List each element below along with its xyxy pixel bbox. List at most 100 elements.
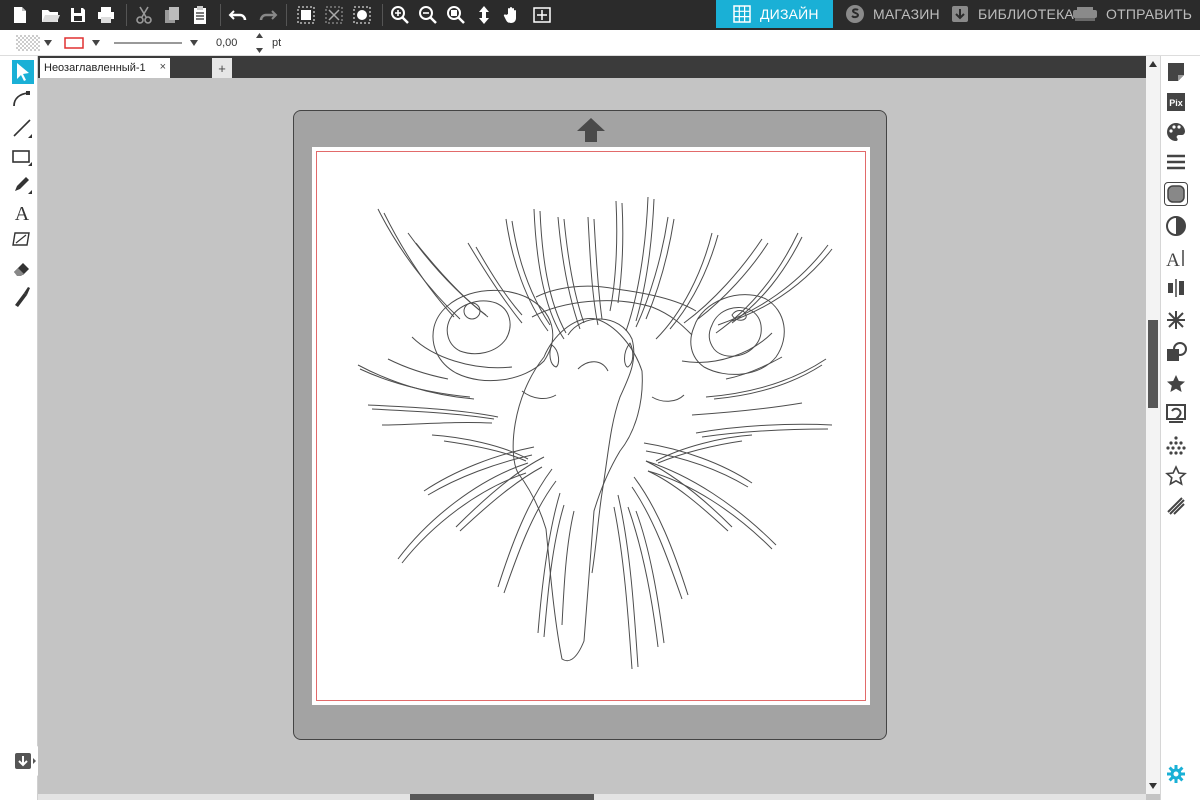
design-canvas[interactable]	[38, 78, 1146, 794]
page-setup-button[interactable]	[1164, 60, 1188, 84]
zoom-select-icon[interactable]	[444, 3, 468, 27]
fill-pattern-swatch[interactable]	[16, 34, 40, 52]
tab-store-label: МАГАЗИН	[873, 6, 940, 22]
eagle-face-artwork[interactable]	[312, 147, 870, 705]
save-icon[interactable]	[66, 3, 90, 27]
line-style-select[interactable]	[114, 34, 182, 52]
document-tab[interactable]: Неозаглавленный-1 ×	[40, 58, 170, 78]
offset-button[interactable]	[1164, 182, 1188, 206]
fit-to-page-icon[interactable]	[472, 3, 496, 27]
scroll-up-arrow-icon[interactable]	[1146, 58, 1160, 70]
page-icon	[1168, 63, 1184, 81]
sketch-icon	[1167, 497, 1185, 515]
rhinestone-icon	[1166, 436, 1186, 455]
cut-icon[interactable]	[132, 3, 156, 27]
knife-icon	[15, 287, 30, 307]
pix-icon: Pix	[1167, 93, 1185, 111]
open-folder-icon[interactable]	[38, 3, 62, 27]
line-color-dropdown-arrow[interactable]	[92, 34, 100, 52]
svg-text:A: A	[1166, 250, 1180, 269]
close-tab-button[interactable]: ×	[160, 61, 166, 73]
silhouette-studio-window: ДИЗАЙН МАГАЗИН БИБЛИОТЕКА ОТПРАВИТЬ pt 0…	[0, 0, 1200, 800]
sketch-button[interactable]	[1164, 494, 1188, 518]
text-icon: A	[15, 203, 30, 223]
chevron-down-icon	[190, 40, 198, 46]
draw-tool[interactable]	[10, 172, 34, 196]
redo-icon[interactable]	[256, 3, 280, 27]
stroke-unit-label: pt	[272, 37, 282, 49]
grid-view-icon[interactable]	[530, 3, 554, 27]
undo-icon[interactable]	[226, 3, 250, 27]
edit-points-tool[interactable]	[10, 86, 34, 110]
horizontal-scrollbar[interactable]	[38, 794, 1146, 800]
stroke-width-spinner[interactable]	[256, 33, 263, 53]
chevron-down-icon	[256, 48, 263, 53]
copy-icon[interactable]	[160, 3, 184, 27]
eraser-icon	[14, 263, 29, 276]
ungroup-icon[interactable]	[322, 3, 346, 27]
eraser-tool[interactable]	[10, 256, 34, 280]
cutting-mat	[293, 110, 887, 740]
tab-library[interactable]: БИБЛИОТЕКА	[950, 0, 1074, 28]
rhinestone-button[interactable]	[1164, 434, 1188, 458]
vertical-scrollbar[interactable]	[1146, 56, 1160, 794]
horizontal-scroll-thumb[interactable]	[410, 794, 594, 800]
text-style-button[interactable]: A	[1164, 246, 1188, 270]
options-bar: pt	[0, 30, 1200, 56]
document-tab-title: Неозаглавленный-1	[44, 62, 146, 74]
fill-color-button[interactable]	[1164, 120, 1188, 144]
new-document-icon[interactable]	[8, 3, 32, 27]
stroke-width-input[interactable]	[216, 34, 252, 52]
group-icon[interactable]	[294, 3, 318, 27]
scroll-down-arrow-icon[interactable]	[1146, 780, 1160, 792]
svg-text:Pix: Pix	[1169, 98, 1183, 108]
print-icon[interactable]	[94, 3, 118, 27]
feed-direction-arrow-icon	[577, 118, 605, 142]
favorites-button[interactable]	[1164, 372, 1188, 396]
line-icon	[13, 119, 32, 138]
left-eye	[432, 289, 554, 382]
pointer-arrow-icon	[17, 63, 29, 81]
trace-button[interactable]	[1164, 402, 1188, 426]
star-shape-button[interactable]	[1164, 464, 1188, 488]
text-tool[interactable]: A	[10, 200, 34, 224]
replicate-button[interactable]	[1164, 308, 1188, 332]
offset-icon	[1167, 185, 1185, 203]
edit-points-icon	[13, 91, 30, 107]
gear-icon	[1167, 765, 1185, 783]
modify-icon	[1167, 342, 1187, 361]
zoom-out-icon[interactable]	[416, 3, 440, 27]
fill-dropdown-arrow[interactable]	[44, 34, 52, 52]
align-button[interactable]	[1164, 276, 1188, 300]
settings-button[interactable]	[1164, 762, 1188, 786]
knife-tool[interactable]	[10, 284, 34, 308]
tab-store[interactable]: МАГАЗИН	[845, 0, 940, 28]
vertical-scroll-thumb[interactable]	[1148, 320, 1158, 408]
star-badge-icon	[1167, 375, 1185, 392]
line-color-swatch[interactable]	[64, 34, 84, 52]
line-style-button[interactable]	[1164, 150, 1188, 174]
line-style-icon	[1167, 154, 1185, 170]
zoom-in-icon[interactable]	[388, 3, 412, 27]
fill-gradient-button[interactable]	[1164, 214, 1188, 238]
document-tabs-bar: Неозаглавленный-1 × +	[38, 56, 1146, 78]
modify-button[interactable]	[1164, 340, 1188, 364]
replicate-icon	[1167, 311, 1185, 329]
pencil-icon	[15, 177, 32, 194]
fill-tool[interactable]	[10, 228, 34, 252]
pixscan-button[interactable]: Pix	[1164, 90, 1188, 114]
tab-send-label: ОТПРАВИТЬ	[1106, 6, 1193, 22]
main-toolbar: ДИЗАЙН МАГАЗИН БИБЛИОТЕКА ОТПРАВИТЬ	[0, 0, 1200, 30]
select-all-icon[interactable]	[350, 3, 374, 27]
contrast-icon	[1166, 216, 1186, 236]
line-tool[interactable]	[10, 116, 34, 140]
add-tab-button[interactable]: +	[212, 58, 232, 78]
tab-send[interactable]: ОТПРАВИТЬ	[1072, 0, 1192, 28]
line-style-dropdown-arrow[interactable]	[190, 34, 198, 52]
select-tool[interactable]	[12, 60, 34, 84]
paste-icon[interactable]	[188, 3, 212, 27]
tab-design[interactable]: ДИЗАЙН	[716, 0, 833, 28]
pan-hand-icon[interactable]	[500, 3, 524, 27]
rectangle-tool[interactable]	[10, 144, 34, 168]
star-outline-icon	[1165, 465, 1187, 486]
